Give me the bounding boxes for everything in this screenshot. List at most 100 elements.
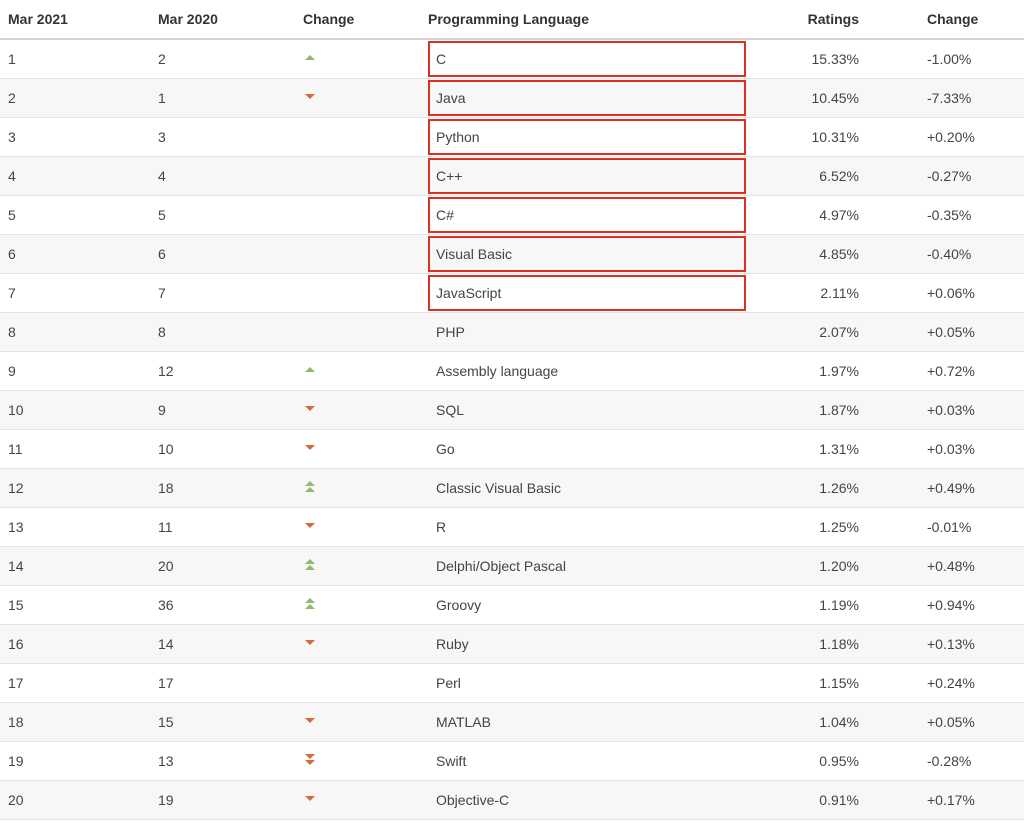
- language-label: Objective-C: [428, 782, 746, 818]
- col-header-language: Programming Language: [420, 0, 754, 39]
- cell-rank-now: 9: [0, 351, 150, 390]
- language-label: PHP: [428, 314, 746, 350]
- language-label: C++: [428, 158, 746, 194]
- cell-language: MATLAB: [420, 702, 754, 741]
- chevron-down-icon: [303, 403, 319, 415]
- table-row: 55C#4.97%-0.35%: [0, 195, 1024, 234]
- language-label: R: [428, 509, 746, 545]
- table-row: 44C++6.52%-0.27%: [0, 156, 1024, 195]
- cell-rank-prev: 1: [150, 78, 295, 117]
- cell-pct-change: -0.28%: [919, 741, 1024, 780]
- cell-rank-change: [295, 702, 420, 741]
- cell-rank-change: [295, 312, 420, 351]
- cell-ratings: 10.45%: [754, 78, 919, 117]
- cell-language: Groovy: [420, 585, 754, 624]
- cell-rank-change: [295, 117, 420, 156]
- table-row: 1420Delphi/Object Pascal1.20%+0.48%: [0, 546, 1024, 585]
- cell-rank-prev: 4: [150, 156, 295, 195]
- cell-rank-prev: 8: [150, 312, 295, 351]
- cell-rank-now: 7: [0, 273, 150, 312]
- chevron-down-icon: [303, 715, 319, 727]
- table-row: 109SQL1.87%+0.03%: [0, 390, 1024, 429]
- cell-rank-now: 19: [0, 741, 150, 780]
- language-label: Visual Basic: [428, 236, 746, 272]
- col-header-ratings: Ratings: [754, 0, 919, 39]
- cell-rank-now: 15: [0, 585, 150, 624]
- table-row: 1311R1.25%-0.01%: [0, 507, 1024, 546]
- col-header-rank-change: Change: [295, 0, 420, 39]
- table-row: 77JavaScript2.11%+0.06%: [0, 273, 1024, 312]
- cell-rank-prev: 15: [150, 702, 295, 741]
- language-label: Assembly language: [428, 353, 746, 389]
- cell-rank-now: 17: [0, 663, 150, 702]
- cell-pct-change: +0.17%: [919, 780, 1024, 819]
- cell-pct-change: +0.06%: [919, 273, 1024, 312]
- cell-language: Delphi/Object Pascal: [420, 546, 754, 585]
- language-label: Groovy: [428, 587, 746, 623]
- cell-pct-change: +0.05%: [919, 312, 1024, 351]
- cell-rank-change: [295, 195, 420, 234]
- cell-language: Java: [420, 78, 754, 117]
- chevron-down-icon: [303, 91, 319, 103]
- cell-rank-prev: 13: [150, 741, 295, 780]
- cell-rank-change: [295, 234, 420, 273]
- cell-rank-change: [295, 156, 420, 195]
- cell-pct-change: +0.24%: [919, 663, 1024, 702]
- col-header-pct-change: Change: [919, 0, 1024, 39]
- cell-rank-change: [295, 624, 420, 663]
- cell-language: SQL: [420, 390, 754, 429]
- cell-rank-change: [295, 546, 420, 585]
- language-label: Ruby: [428, 626, 746, 662]
- cell-ratings: 1.18%: [754, 624, 919, 663]
- cell-ratings: 2.11%: [754, 273, 919, 312]
- cell-pct-change: +0.94%: [919, 585, 1024, 624]
- language-label: C: [428, 41, 746, 77]
- cell-pct-change: +0.03%: [919, 429, 1024, 468]
- cell-rank-prev: 11: [150, 507, 295, 546]
- col-header-rank-prev: Mar 2020: [150, 0, 295, 39]
- cell-rank-change: [295, 585, 420, 624]
- language-label: Classic Visual Basic: [428, 470, 746, 506]
- cell-language: Python: [420, 117, 754, 156]
- table-row: 33Python10.31%+0.20%: [0, 117, 1024, 156]
- cell-ratings: 1.15%: [754, 663, 919, 702]
- cell-ratings: 1.87%: [754, 390, 919, 429]
- cell-rank-now: 11: [0, 429, 150, 468]
- cell-language: Visual Basic: [420, 234, 754, 273]
- table-header-row: Mar 2021 Mar 2020 Change Programming Lan…: [0, 0, 1024, 39]
- cell-rank-change: [295, 390, 420, 429]
- table-row: 1717Perl1.15%+0.24%: [0, 663, 1024, 702]
- cell-rank-now: 4: [0, 156, 150, 195]
- double-chevron-up-icon: [303, 559, 319, 571]
- cell-ratings: 10.31%: [754, 117, 919, 156]
- language-label: MATLAB: [428, 704, 746, 740]
- cell-rank-change: [295, 273, 420, 312]
- cell-ratings: 1.19%: [754, 585, 919, 624]
- cell-ratings: 2.07%: [754, 312, 919, 351]
- cell-language: Swift: [420, 741, 754, 780]
- col-header-rank-now: Mar 2021: [0, 0, 150, 39]
- table-row: 2019Objective-C0.91%+0.17%: [0, 780, 1024, 819]
- cell-rank-change: [295, 39, 420, 78]
- cell-language: JavaScript: [420, 273, 754, 312]
- chevron-up-icon: [303, 52, 319, 64]
- cell-ratings: 4.97%: [754, 195, 919, 234]
- cell-rank-change: [295, 741, 420, 780]
- cell-pct-change: +0.05%: [919, 702, 1024, 741]
- cell-language: C++: [420, 156, 754, 195]
- cell-ratings: 4.85%: [754, 234, 919, 273]
- cell-ratings: 6.52%: [754, 156, 919, 195]
- cell-rank-prev: 10: [150, 429, 295, 468]
- cell-rank-now: 14: [0, 546, 150, 585]
- cell-rank-now: 1: [0, 39, 150, 78]
- cell-pct-change: +0.03%: [919, 390, 1024, 429]
- language-label: Delphi/Object Pascal: [428, 548, 746, 584]
- cell-ratings: 1.97%: [754, 351, 919, 390]
- cell-rank-prev: 20: [150, 546, 295, 585]
- cell-rank-prev: 5: [150, 195, 295, 234]
- cell-rank-change: [295, 663, 420, 702]
- language-label: Python: [428, 119, 746, 155]
- table-row: 1218Classic Visual Basic1.26%+0.49%: [0, 468, 1024, 507]
- cell-rank-change: [295, 780, 420, 819]
- cell-language: Objective-C: [420, 780, 754, 819]
